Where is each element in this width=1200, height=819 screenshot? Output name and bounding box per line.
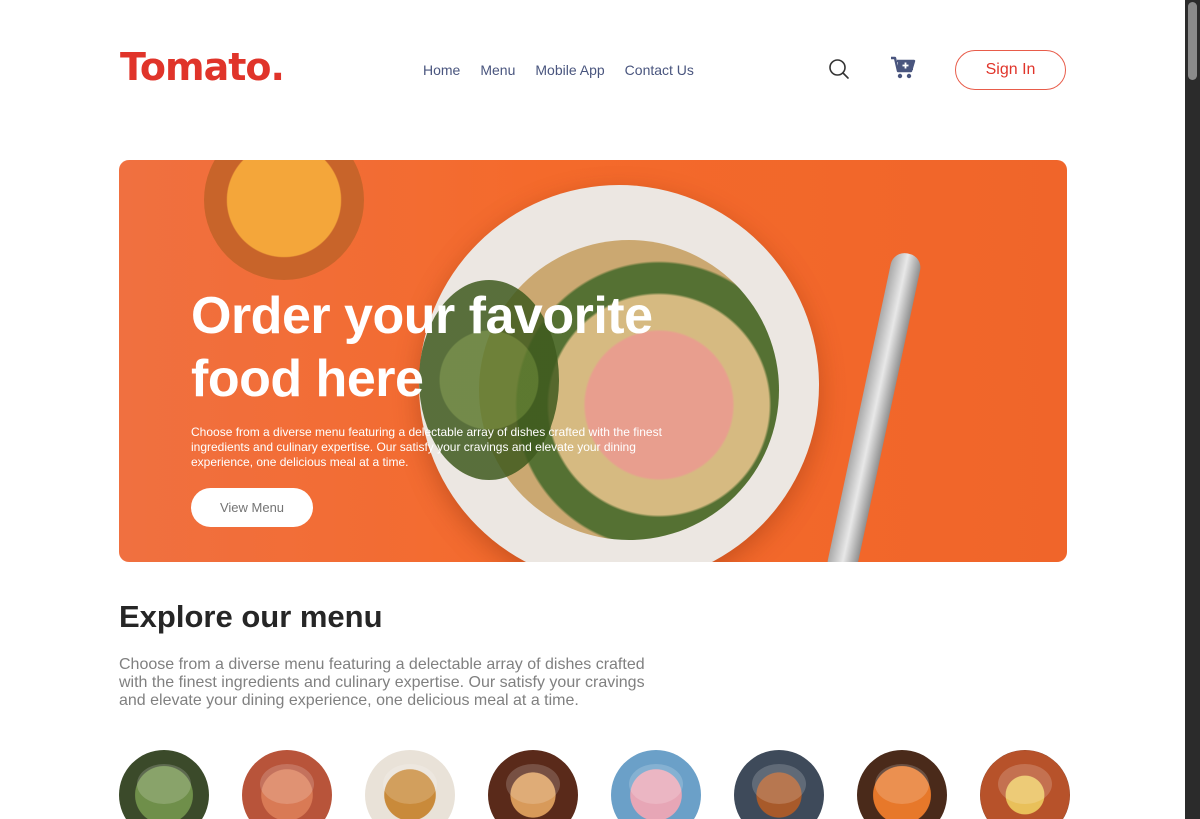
menu-item-noodles[interactable] <box>980 750 1070 819</box>
logo[interactable]: Tomato. <box>120 44 285 90</box>
nav-link-menu[interactable]: Menu <box>480 62 515 78</box>
menu-item-deserts-highlight <box>383 764 437 804</box>
menu-item-deserts[interactable] <box>365 750 455 819</box>
hero-title: Order your favorite food here <box>191 287 653 408</box>
sign-in-button[interactable]: Sign In <box>955 50 1066 90</box>
hero-description: Choose from a diverse menu featuring a d… <box>191 425 662 469</box>
menu-item-noodles-highlight <box>998 764 1052 804</box>
explore-title: Explore our menu <box>119 599 383 634</box>
scrollbar[interactable] <box>1185 0 1200 819</box>
explore-description: Choose from a diverse menu featuring a d… <box>119 656 645 709</box>
menu-item-cake-highlight <box>629 764 683 804</box>
main-nav: Home Menu Mobile App Contact Us <box>423 62 694 78</box>
menu-item-salad-highlight <box>137 764 191 804</box>
menu-item-cake[interactable] <box>611 750 701 819</box>
nav-link-home[interactable]: Home <box>423 62 460 78</box>
menu-item-pure-veg-highlight <box>752 764 806 804</box>
menu-item-pasta[interactable] <box>857 750 947 819</box>
nav-link-contact-us[interactable]: Contact Us <box>625 62 694 78</box>
menu-item-rolls-highlight <box>260 764 314 804</box>
logo-text: Tomato. <box>120 45 285 89</box>
menu-item-sandwich[interactable] <box>488 750 578 819</box>
menu-item-sandwich-highlight <box>506 764 560 804</box>
view-menu-button[interactable]: View Menu <box>191 488 313 527</box>
menu-item-pure-veg[interactable] <box>734 750 824 819</box>
search-icon[interactable] <box>826 56 852 82</box>
orange-bowl-image <box>204 160 364 280</box>
fork-image <box>825 250 923 562</box>
scrollbar-thumb[interactable] <box>1188 2 1197 80</box>
hero-banner: Order your favorite food here Choose fro… <box>119 160 1067 562</box>
menu-item-pasta-highlight <box>875 764 929 804</box>
menu-item-rolls[interactable] <box>242 750 332 819</box>
nav-link-mobile-app[interactable]: Mobile App <box>535 62 604 78</box>
menu-category-list <box>119 750 1070 819</box>
cart-icon[interactable] <box>888 54 918 82</box>
menu-item-salad[interactable] <box>119 750 209 819</box>
